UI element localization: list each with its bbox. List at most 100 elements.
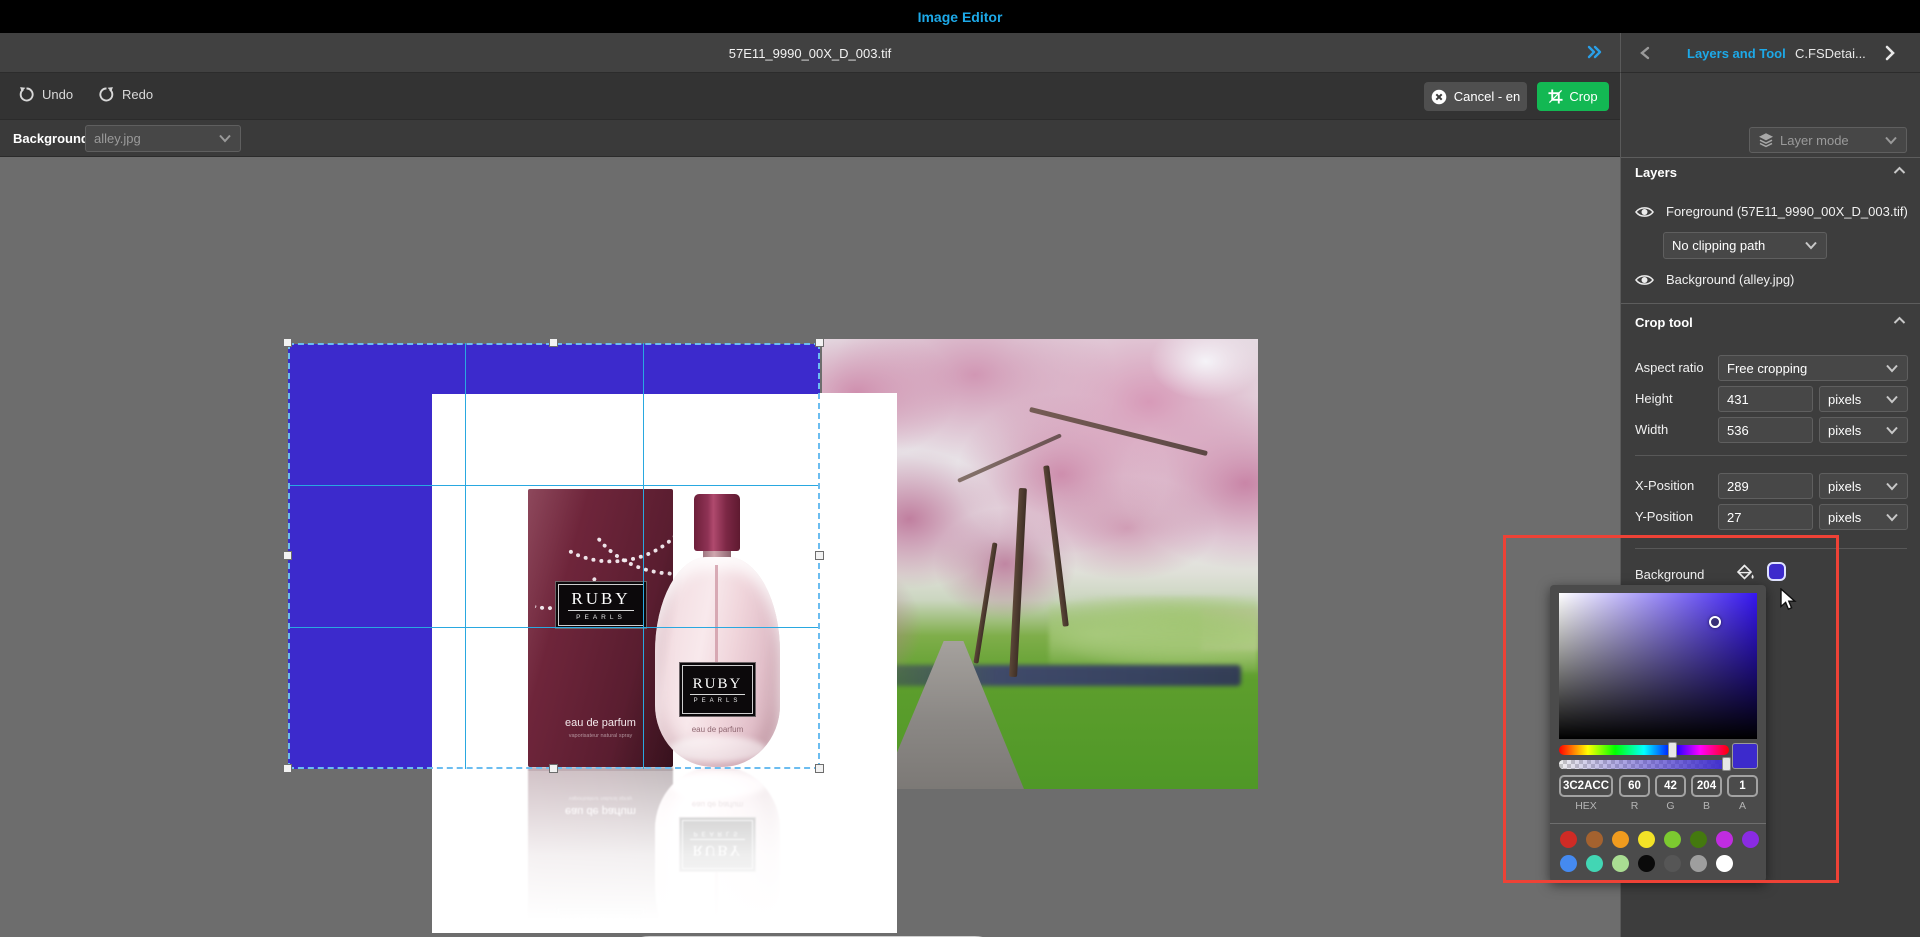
tab-layers-and-tool[interactable]: Layers and Tool xyxy=(1687,46,1786,61)
width-unit-dropdown[interactable]: pixels xyxy=(1819,417,1908,443)
panel-prev-icon[interactable] xyxy=(1639,46,1651,60)
color-swatch[interactable] xyxy=(1690,855,1707,872)
color-swatch[interactable] xyxy=(1664,831,1681,848)
y-position-field-wrap xyxy=(1718,504,1813,530)
reflection-fade xyxy=(432,771,897,933)
color-swatch[interactable] xyxy=(1560,855,1577,872)
alpha-slider[interactable] xyxy=(1559,760,1729,769)
crop-label: Crop xyxy=(1569,89,1597,104)
y-position-input[interactable] xyxy=(1718,504,1813,530)
x-unit-value: pixels xyxy=(1828,479,1881,494)
crop-handle-ne[interactable] xyxy=(815,338,824,347)
crop-handle-n[interactable] xyxy=(549,338,558,347)
background-select-label: Background xyxy=(13,131,89,146)
crop-handle-e[interactable] xyxy=(815,551,824,560)
alpha-slider-handle[interactable] xyxy=(1722,757,1731,771)
blue-input[interactable] xyxy=(1691,775,1722,797)
alpha-input[interactable] xyxy=(1727,775,1758,797)
layer-mode-dropdown[interactable]: Layer mode xyxy=(1749,127,1907,153)
color-swatch[interactable] xyxy=(1664,855,1681,872)
green-input[interactable] xyxy=(1655,775,1686,797)
crop-handle-s[interactable] xyxy=(549,764,558,773)
redo-label: Redo xyxy=(122,87,153,102)
divider xyxy=(1635,455,1907,456)
color-swatch[interactable] xyxy=(1716,855,1733,872)
color-swatch[interactable] xyxy=(1690,831,1707,848)
undo-button[interactable]: Undo xyxy=(18,86,73,103)
file-bar: 57E11_9990_00X_D_003.tif xyxy=(0,33,1620,73)
options-bar: Background alley.jpg xyxy=(0,120,1620,157)
width-unit-value: pixels xyxy=(1828,423,1881,438)
color-swatch[interactable] xyxy=(1716,831,1733,848)
color-swatch[interactable] xyxy=(1612,831,1629,848)
height-input[interactable] xyxy=(1718,386,1813,412)
color-swatch[interactable] xyxy=(1560,831,1577,848)
red-input[interactable] xyxy=(1619,775,1650,797)
clipping-path-dropdown[interactable]: No clipping path xyxy=(1663,232,1827,259)
crop-handle-w[interactable] xyxy=(283,551,292,560)
color-picker-popup: HEX R G B A xyxy=(1550,585,1766,882)
collapse-layers-icon[interactable] xyxy=(1893,166,1906,175)
background-file-value: alley.jpg xyxy=(94,131,214,146)
clipping-path-value: No clipping path xyxy=(1672,238,1800,253)
background-layer-label: Background (alley.jpg) xyxy=(1666,272,1794,287)
open-file-name: 57E11_9990_00X_D_003.tif xyxy=(0,46,1620,61)
crop-selection[interactable] xyxy=(288,343,820,769)
crop-handle-sw[interactable] xyxy=(283,764,292,773)
undo-icon xyxy=(18,86,35,103)
height-unit-value: pixels xyxy=(1828,392,1881,407)
crop-dashed-border xyxy=(288,343,820,769)
eye-icon[interactable] xyxy=(1635,273,1654,287)
paint-bucket-icon[interactable] xyxy=(1735,563,1756,583)
double-chevron-right-icon[interactable] xyxy=(1586,45,1604,59)
hue-slider-handle[interactable] xyxy=(1668,742,1677,758)
width-label: Width xyxy=(1635,417,1668,443)
color-swatch[interactable] xyxy=(1612,855,1629,872)
background-file-dropdown[interactable]: alley.jpg xyxy=(85,125,241,152)
chevron-down-icon xyxy=(1885,395,1899,404)
undo-label: Undo xyxy=(42,87,73,102)
saturation-value-area[interactable] xyxy=(1559,593,1757,739)
divider xyxy=(1635,548,1907,549)
color-swatch[interactable] xyxy=(1586,855,1603,872)
eye-icon[interactable] xyxy=(1635,205,1654,219)
hue-slider[interactable] xyxy=(1559,745,1729,755)
tab-fs-detail[interactable]: C.FSDetai... xyxy=(1795,46,1866,61)
redo-button[interactable]: Redo xyxy=(98,86,153,103)
x-position-input[interactable] xyxy=(1718,473,1813,499)
editor-canvas[interactable]: RUBY PEARLS eau de parfum vaporisateur n… xyxy=(0,157,1620,937)
y-unit-dropdown[interactable]: pixels xyxy=(1819,504,1908,530)
color-swatch[interactable] xyxy=(1586,831,1603,848)
foreground-layer-row[interactable]: Foreground (57E11_9990_00X_D_003.tif) xyxy=(1635,204,1908,219)
color-swatch[interactable] xyxy=(1638,831,1655,848)
height-field-wrap xyxy=(1718,386,1813,412)
g-field-label: G xyxy=(1655,800,1686,812)
chevron-down-icon xyxy=(1885,364,1899,373)
panel-next-icon[interactable] xyxy=(1883,45,1896,61)
aspect-ratio-dropdown[interactable]: Free cropping xyxy=(1718,355,1908,381)
crop-confirm-button[interactable]: Crop xyxy=(1537,82,1609,111)
crop-handle-se[interactable] xyxy=(815,764,824,773)
chevron-down-icon xyxy=(1885,513,1899,522)
app-title: Image Editor xyxy=(918,9,1003,25)
background-color-swatch[interactable] xyxy=(1767,562,1786,581)
chevron-down-icon xyxy=(218,134,232,143)
x-position-label: X-Position xyxy=(1635,473,1694,499)
x-unit-dropdown[interactable]: pixels xyxy=(1819,473,1908,499)
redo-icon xyxy=(98,86,115,103)
r-field-label: R xyxy=(1619,800,1650,812)
divider xyxy=(1550,823,1766,824)
color-swatch[interactable] xyxy=(1638,855,1655,872)
height-unit-dropdown[interactable]: pixels xyxy=(1819,386,1908,412)
cancel-label: Cancel - en xyxy=(1454,89,1520,104)
hex-input[interactable] xyxy=(1559,775,1613,797)
background-layer-row[interactable]: Background (alley.jpg) xyxy=(1635,272,1794,287)
saturation-marker[interactable] xyxy=(1709,616,1721,628)
color-swatch[interactable] xyxy=(1742,831,1759,848)
collapse-crop-tool-icon[interactable] xyxy=(1893,316,1906,325)
crop-handle-nw[interactable] xyxy=(283,338,292,347)
width-input[interactable] xyxy=(1718,417,1813,443)
crop-icon xyxy=(1548,89,1563,104)
cancel-button[interactable]: Cancel - en xyxy=(1424,82,1527,111)
divider xyxy=(1621,157,1920,158)
